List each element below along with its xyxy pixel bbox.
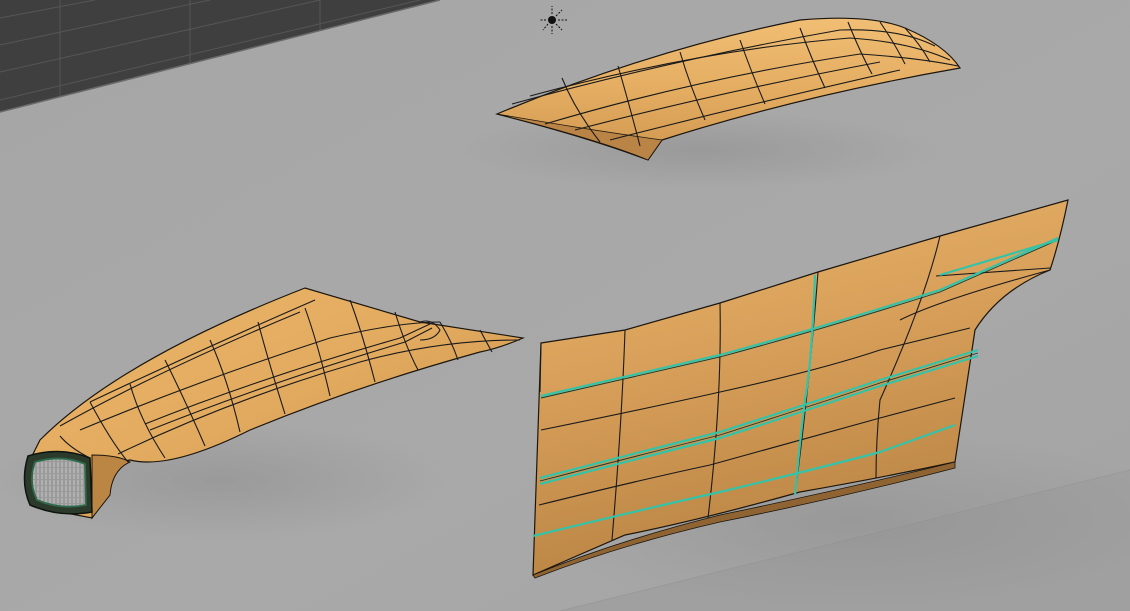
3d-viewport[interactable] [0, 0, 1130, 611]
headlight-opening [23, 450, 93, 515]
viewport-scene[interactable] [0, 0, 1130, 611]
